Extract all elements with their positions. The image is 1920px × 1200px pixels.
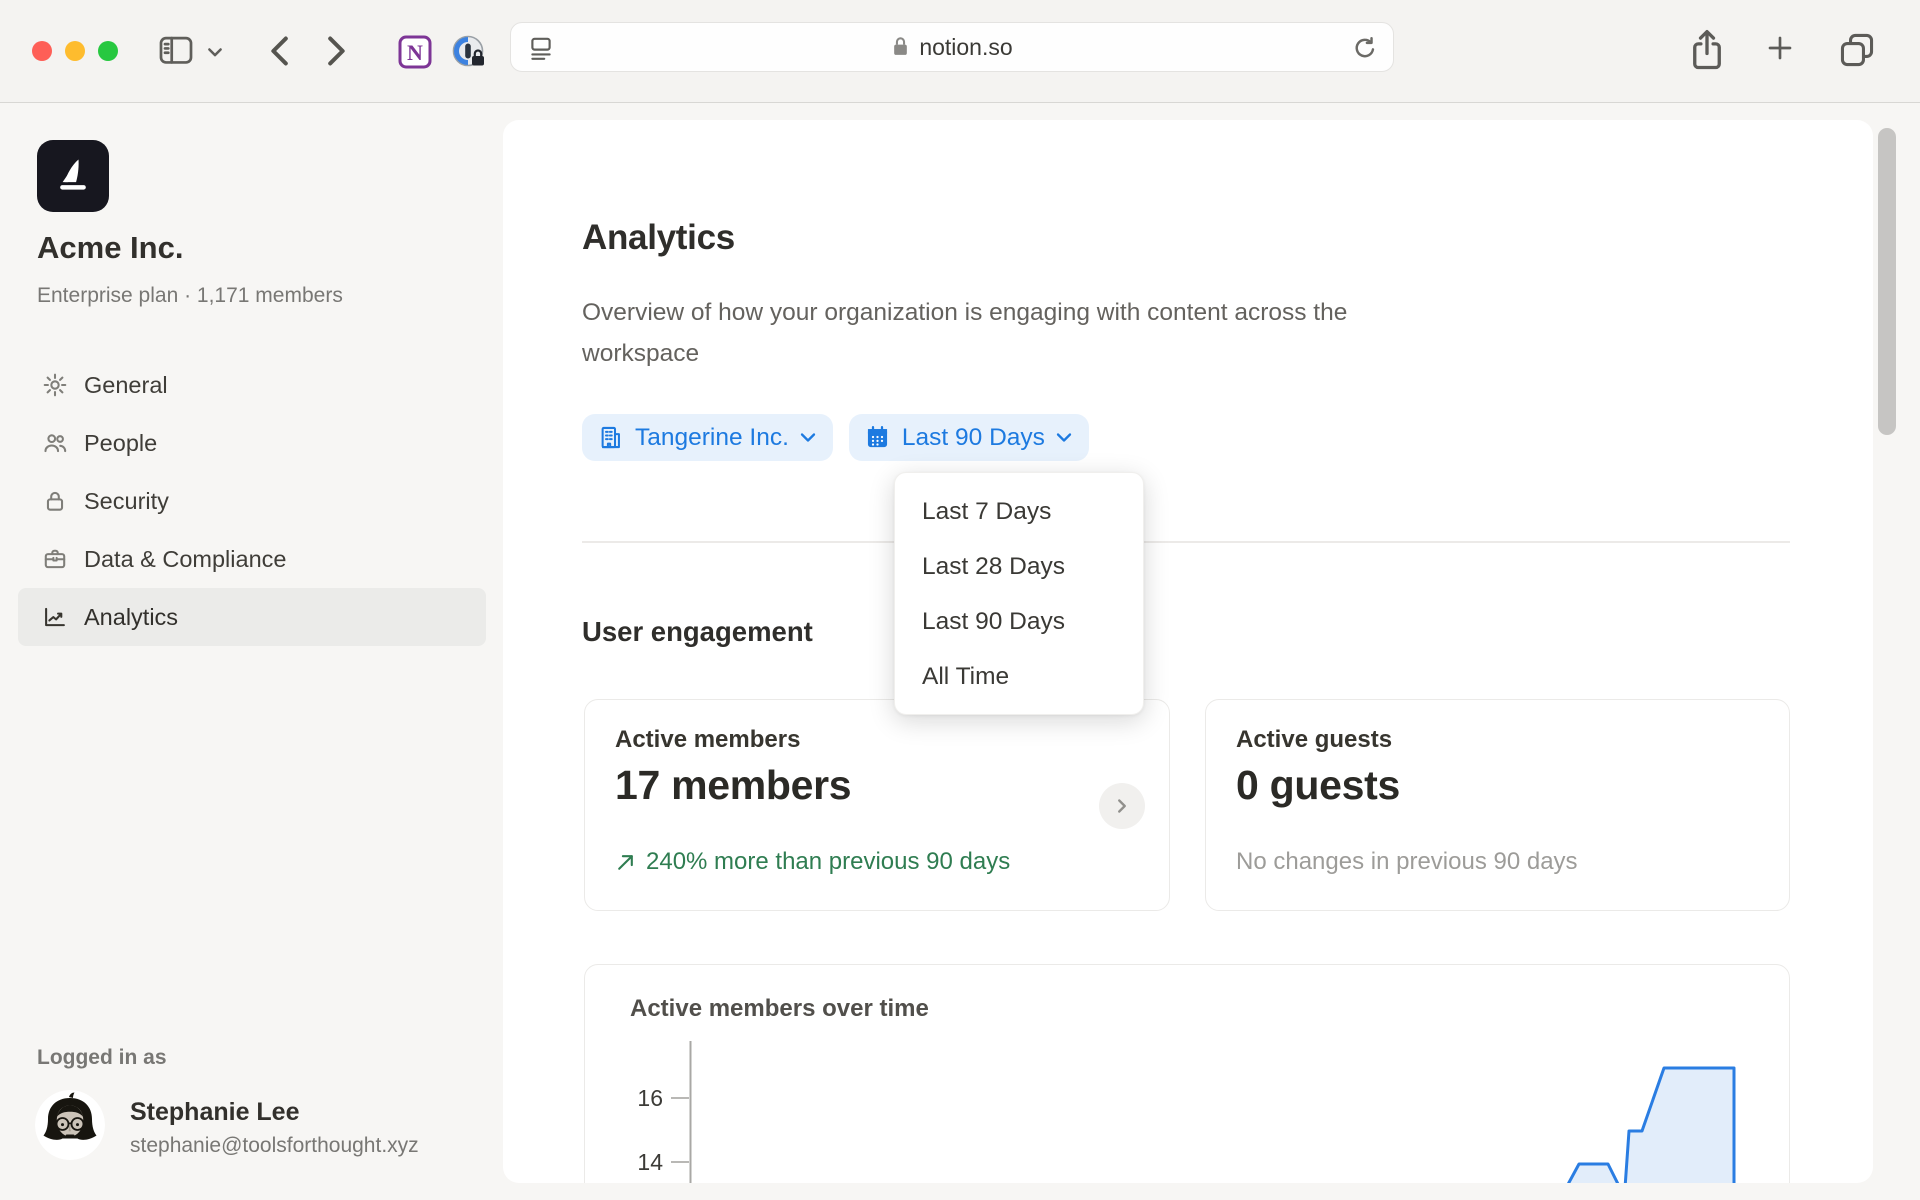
filter-bar: Tangerine Inc. Last 90 Days: [582, 414, 1089, 461]
toolbar-chevron-down-icon[interactable]: [205, 42, 225, 62]
people-icon: [42, 430, 68, 456]
sidebar-item-label: People: [84, 430, 157, 457]
notion-settings-page: Acme Inc. Enterprise plan · 1,171 member…: [0, 104, 1920, 1200]
sidebar-item-general[interactable]: General: [18, 356, 486, 414]
y-tick-14: 14: [637, 1149, 663, 1175]
building-icon: [597, 424, 624, 451]
card-label: Active guests: [1236, 726, 1392, 754]
y-tick-16: 16: [637, 1085, 663, 1111]
forward-button[interactable]: [312, 28, 358, 74]
page-description: Overview of how your organization is eng…: [582, 292, 1462, 374]
calendar-icon: [864, 424, 891, 451]
browser-toolbar: N: [0, 0, 1920, 103]
workspace-plan-line: Enterprise plan · 1,171 members: [37, 284, 343, 308]
chevron-down-icon: [800, 432, 816, 443]
card-delta: No changes in previous 90 days: [1236, 848, 1578, 876]
card-label: Active members: [615, 726, 800, 754]
sidebar-item-label: Analytics: [84, 604, 178, 631]
main-panel: Analytics Overview of how your organizat…: [503, 120, 1873, 1183]
onepassword-extension-icon[interactable]: [450, 33, 488, 71]
url-text: notion.so: [919, 34, 1012, 61]
sidebar-item-label: Security: [84, 488, 169, 515]
sidebar-toggle-icon[interactable]: [156, 31, 196, 71]
logged-in-label: Logged in as: [37, 1046, 167, 1070]
dropdown-item-all-time[interactable]: All Time: [895, 649, 1143, 704]
sidebar-item-data-compliance[interactable]: Data & Compliance: [18, 530, 486, 588]
safari-window: N: [0, 0, 1920, 1200]
sidebar-item-security[interactable]: Security: [18, 472, 486, 530]
active-members-card: Active members 17 members 240% more than…: [584, 699, 1170, 911]
active-members-chart-card: Active members over time 16 14: [584, 964, 1790, 1183]
line-chart-icon: [42, 604, 68, 630]
gear-icon: [42, 372, 68, 398]
sidebar-item-analytics[interactable]: Analytics: [18, 588, 486, 646]
svg-text:N: N: [407, 40, 423, 65]
zoom-window-button[interactable]: [98, 41, 118, 61]
close-window-button[interactable]: [32, 41, 52, 61]
trend-up-icon: [615, 852, 636, 873]
active-members-line-chart: 16 14: [585, 965, 1791, 1183]
sailboat-icon: [51, 154, 95, 198]
page-title: Analytics: [582, 218, 735, 258]
tab-overview-icon[interactable]: [1836, 26, 1878, 74]
dropdown-item-last-7-days[interactable]: Last 7 Days: [895, 484, 1143, 539]
address-bar[interactable]: notion.so: [510, 22, 1394, 72]
chevron-down-icon: [1056, 432, 1072, 443]
date-range-dropdown: Last 7 Days Last 28 Days Last 90 Days Al…: [894, 472, 1144, 715]
tls-lock-icon: [891, 35, 910, 59]
card-value: 17 members: [615, 762, 851, 809]
share-icon[interactable]: [1686, 26, 1728, 74]
minimize-window-button[interactable]: [65, 41, 85, 61]
dropdown-item-last-28-days[interactable]: Last 28 Days: [895, 539, 1143, 594]
new-tab-icon[interactable]: [1764, 32, 1796, 64]
dropdown-item-last-90-days[interactable]: Last 90 Days: [895, 594, 1143, 649]
user-engagement-heading: User engagement: [582, 616, 813, 648]
date-range-filter-label: Last 90 Days: [902, 424, 1045, 452]
sidebar-item-label: Data & Compliance: [84, 546, 286, 573]
section-divider: [582, 541, 1790, 543]
card-value: 0 guests: [1236, 762, 1400, 809]
organization-filter[interactable]: Tangerine Inc.: [582, 414, 833, 461]
notion-extension-icon[interactable]: N: [396, 33, 434, 71]
sidebar-item-people[interactable]: People: [18, 414, 486, 472]
sidebar-item-label: General: [84, 372, 168, 399]
active-guests-card: Active guests 0 guests No changes in pre…: [1205, 699, 1790, 911]
date-range-filter[interactable]: Last 90 Days: [849, 414, 1089, 461]
logged-in-user-name: Stephanie Lee: [130, 1098, 300, 1127]
workspace-name: Acme Inc.: [37, 230, 183, 266]
logged-in-user-email: stephanie@toolsforthought.xyz: [130, 1134, 419, 1158]
workspace-logo: [37, 140, 109, 212]
card-delta: 240% more than previous 90 days: [615, 848, 1010, 876]
sidebar-nav: General People: [18, 356, 486, 646]
refresh-icon[interactable]: [1351, 34, 1379, 62]
briefcase-icon: [42, 546, 68, 572]
back-button[interactable]: [258, 28, 304, 74]
page-scrollbar-thumb[interactable]: [1878, 128, 1896, 435]
card-chevron-right-button[interactable]: [1099, 783, 1145, 829]
avatar: [35, 1090, 105, 1160]
page-settings-icon[interactable]: [527, 34, 555, 62]
organization-filter-label: Tangerine Inc.: [635, 424, 789, 452]
lock-icon: [42, 488, 68, 514]
